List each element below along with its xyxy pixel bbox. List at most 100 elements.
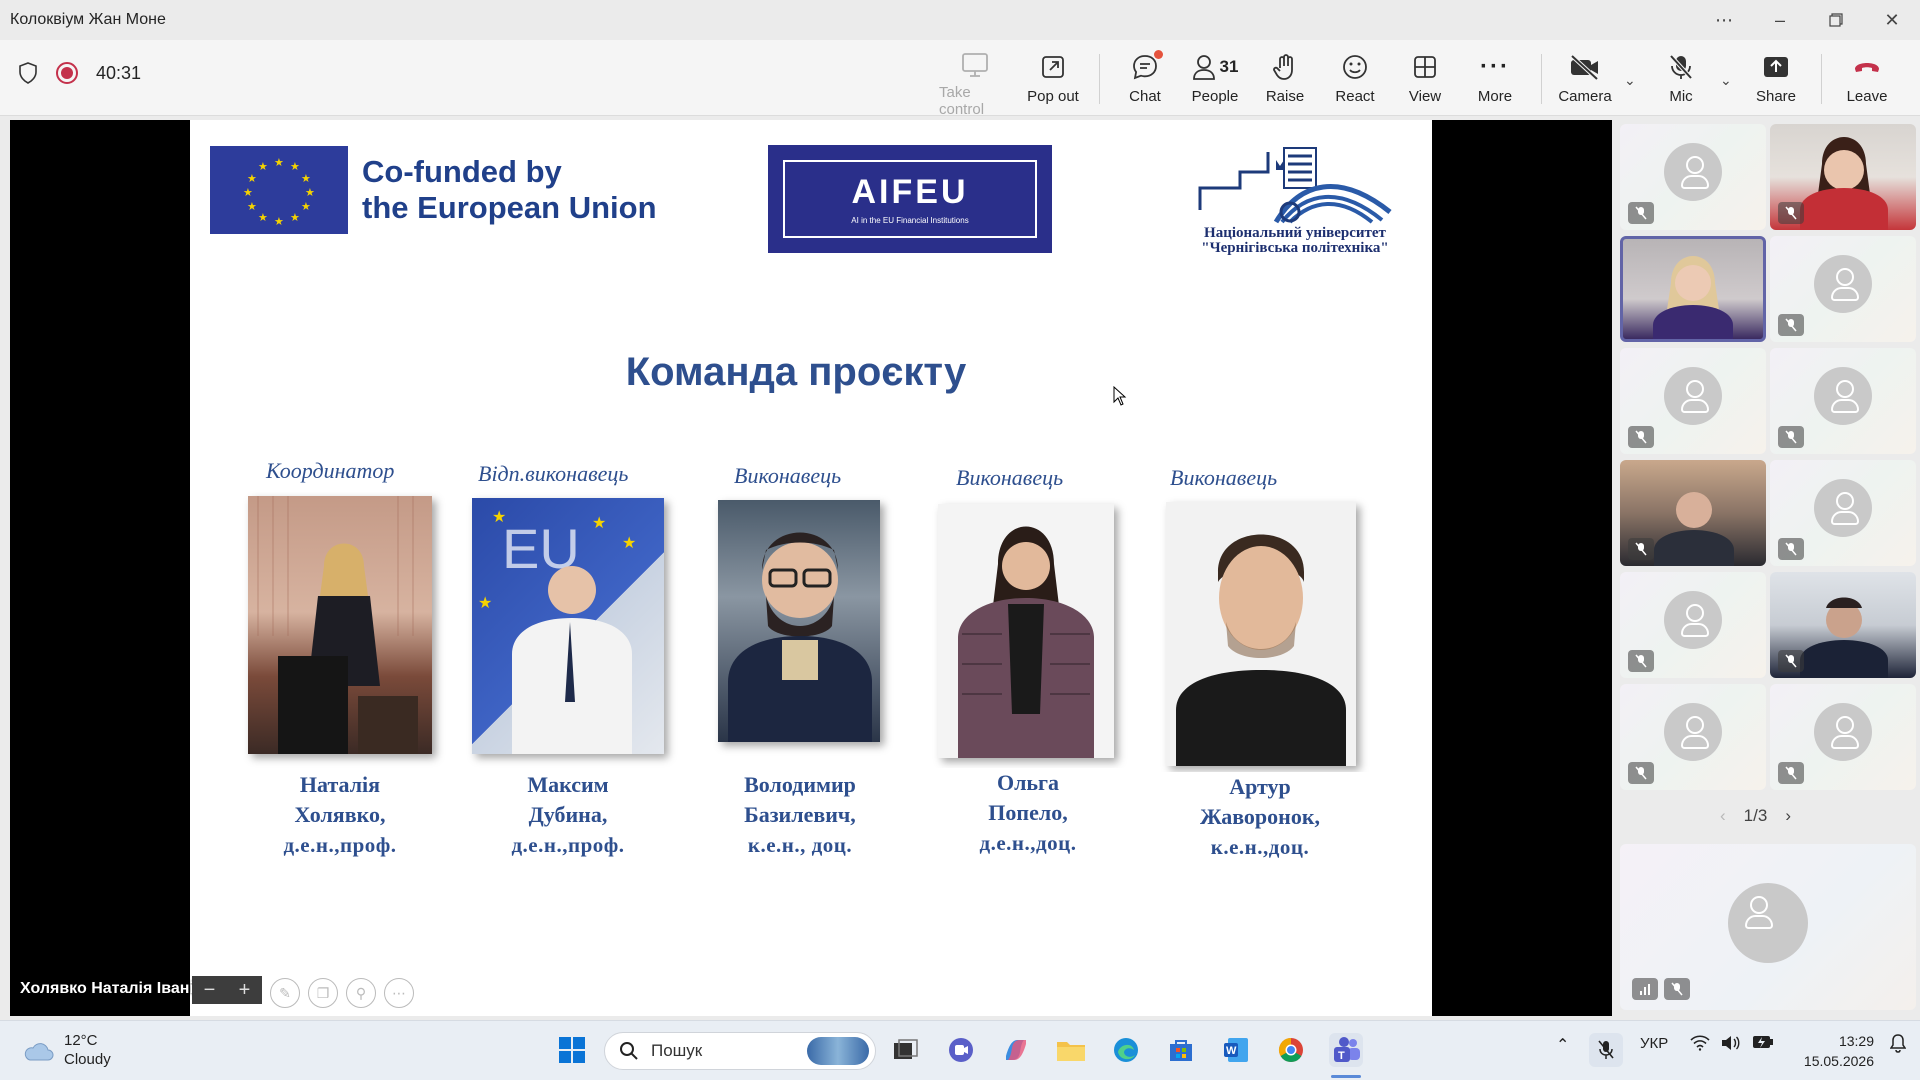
clock-time: 13:29 [1838, 1033, 1874, 1049]
participant-video-tile[interactable] [1770, 572, 1916, 678]
participant-video-tile-active-speaker[interactable] [1620, 236, 1766, 342]
share-label: Share [1755, 88, 1797, 105]
member-photo [938, 504, 1114, 758]
teams-app-icon[interactable]: T [1329, 1033, 1363, 1067]
meeting-toolbar: 40:31 Take control Pop out Chat 31 Peopl… [0, 40, 1920, 118]
copilot-icon[interactable] [999, 1033, 1033, 1067]
member-role: Виконавець [956, 465, 1064, 490]
self-view-tile[interactable] [1620, 844, 1916, 1010]
prev-page-icon[interactable]: ‹ [1720, 806, 1726, 826]
shield-icon[interactable] [18, 62, 38, 84]
search-icon[interactable]: ⚲ [346, 978, 376, 1008]
participant-tile[interactable] [1620, 572, 1766, 678]
member-first-name: Ольга [996, 770, 1060, 795]
member-last-name: Попело, [988, 800, 1068, 825]
restore-button[interactable] [1808, 0, 1864, 40]
more-options-icon[interactable]: ⋯ [1696, 0, 1752, 40]
windows-start-icon[interactable] [555, 1033, 589, 1067]
zoom-controls: − + [192, 976, 262, 1004]
meeting-info: 40:31 [18, 62, 141, 84]
microsoft-store-icon[interactable] [1164, 1033, 1198, 1067]
volume-icon[interactable] [1720, 1035, 1740, 1055]
more-button[interactable]: ··· More [1459, 52, 1531, 108]
participant-tile[interactable] [1770, 460, 1916, 566]
minimize-button[interactable]: – [1752, 0, 1808, 40]
participant-tile[interactable] [1620, 124, 1766, 230]
taskbar-search[interactable]: Пошук [604, 1032, 876, 1070]
leave-button[interactable]: Leave [1831, 52, 1903, 108]
search-highlight-image [807, 1037, 869, 1065]
share-button[interactable]: Share [1740, 52, 1812, 108]
pop-out-icon [1040, 52, 1066, 82]
edge-browser-icon[interactable] [1109, 1033, 1143, 1067]
audio-level-icon [1632, 978, 1658, 1000]
member-name: Артур Жаворонок, к.е.н.,доц. [1150, 772, 1370, 862]
pop-out-label: Pop out [1027, 88, 1079, 105]
slide-title-text: Команда проєкту [625, 350, 967, 394]
react-button[interactable]: React [1319, 52, 1391, 108]
view-label: View [1408, 88, 1442, 105]
svg-text:★: ★ [478, 595, 492, 612]
participant-tile[interactable] [1770, 348, 1916, 454]
active-app-indicator [1331, 1075, 1361, 1078]
member-name: Ольга Попело, д.е.н.,доц. [928, 768, 1128, 858]
participant-tile[interactable] [1620, 684, 1766, 790]
zoom-in-icon[interactable]: + [239, 979, 251, 1002]
copy-icon[interactable]: ❐ [308, 978, 338, 1008]
pen-icon[interactable]: ✎ [270, 978, 300, 1008]
close-button[interactable]: ✕ [1864, 0, 1920, 40]
people-count: 31 [1219, 57, 1239, 76]
camera-off-icon [1569, 52, 1601, 82]
participant-video-tile[interactable] [1770, 124, 1916, 230]
people-button[interactable]: 31 People [1179, 52, 1251, 108]
pop-out-button[interactable]: Pop out [1017, 52, 1089, 108]
mic-off-icon [1628, 202, 1654, 224]
meet-app-icon[interactable] [944, 1033, 978, 1067]
take-control-button[interactable]: Take control [939, 52, 1011, 118]
chrome-browser-icon[interactable] [1274, 1033, 1308, 1067]
keyboard-language[interactable]: УКР [1640, 1035, 1668, 1052]
more-icon[interactable]: ⋯ [384, 978, 414, 1008]
member-first-name: Наталія [299, 772, 381, 797]
people-label: People [1191, 88, 1239, 105]
camera-options-chevron-icon[interactable]: ⌄ [1624, 72, 1636, 89]
camera-button[interactable]: Camera [1549, 52, 1621, 108]
participant-tile[interactable] [1620, 348, 1766, 454]
wifi-icon[interactable] [1690, 1035, 1710, 1055]
raise-label: Raise [1265, 88, 1305, 105]
weather-widget[interactable]: 12°C Cloudy [22, 1031, 111, 1069]
next-page-icon[interactable]: › [1785, 806, 1791, 826]
search-icon [620, 1042, 638, 1060]
eu-text-line1: Co-funded by [362, 154, 562, 189]
member-photo [718, 500, 880, 742]
avatar-icon [1814, 367, 1872, 425]
task-view-icon[interactable] [889, 1033, 923, 1067]
chat-button[interactable]: Chat [1109, 50, 1181, 108]
mic-options-chevron-icon[interactable]: ⌄ [1720, 72, 1732, 89]
university-emblem-icon [1198, 147, 1392, 224]
mic-off-icon [1778, 426, 1804, 448]
participant-tile[interactable] [1770, 236, 1916, 342]
react-label: React [1335, 88, 1375, 105]
notifications-bell-icon[interactable] [1889, 1033, 1907, 1057]
recording-icon [56, 62, 78, 84]
word-app-icon[interactable]: W [1219, 1033, 1253, 1067]
raise-hand-button[interactable]: Raise [1249, 52, 1321, 108]
view-button[interactable]: View [1389, 52, 1461, 108]
svg-text:T: T [1338, 1050, 1345, 1062]
mic-muted-tray-icon[interactable] [1589, 1033, 1623, 1067]
mic-button[interactable]: Mic [1645, 52, 1717, 108]
svg-text:★: ★ [622, 535, 636, 552]
show-hidden-icons-chevron-icon[interactable]: ⌃ [1556, 1035, 1569, 1055]
university-logo: Національний університет "Чернігівська п… [1190, 142, 1400, 262]
grid-view-icon [1412, 52, 1438, 82]
participant-tile[interactable] [1770, 684, 1916, 790]
battery-charging-icon[interactable] [1752, 1035, 1774, 1053]
eu-flag-icon: ★ ★ ★ ★ ★ ★ ★ ★ ★ ★ ★ ★ [210, 146, 348, 234]
participant-video-tile[interactable] [1620, 460, 1766, 566]
university-name-line2: "Чернігівська політехніка" [1201, 240, 1389, 256]
file-explorer-icon[interactable] [1054, 1033, 1088, 1067]
system-clock[interactable]: 13:29 15.05.2026 [1794, 1031, 1874, 1071]
mic-off-icon [1628, 426, 1654, 448]
zoom-out-icon[interactable]: − [204, 979, 216, 1002]
